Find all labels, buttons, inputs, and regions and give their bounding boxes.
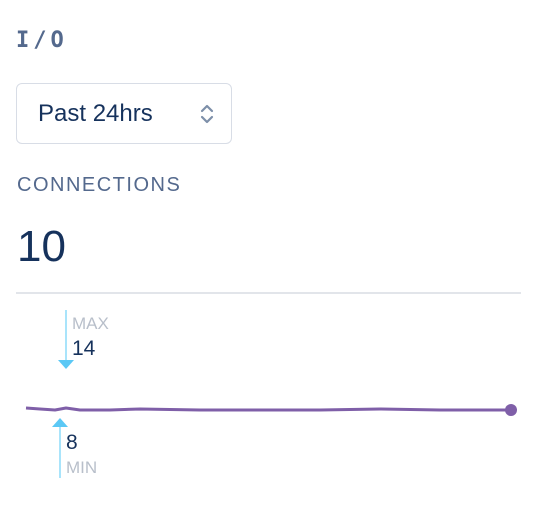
max-label: MAX [72, 314, 109, 333]
metric-value: 10 [17, 222, 66, 271]
max-marker-arrow [58, 360, 74, 369]
sparkline-endpoint [505, 404, 517, 416]
time-range-select[interactable]: Past 24hrs [16, 83, 232, 144]
section-title: I/O [16, 28, 68, 53]
sparkline-chart: MAX 14 8 MIN [25, 310, 517, 478]
metric-label: CONNECTIONS [17, 174, 182, 196]
min-marker-arrow [52, 418, 68, 427]
divider [16, 292, 521, 294]
chevron-updown-icon [200, 104, 214, 124]
min-value: 8 [66, 431, 78, 454]
time-range-value: Past 24hrs [38, 100, 153, 127]
sparkline-path [25, 406, 511, 412]
min-label: MIN [66, 458, 97, 477]
max-value: 14 [72, 337, 96, 360]
